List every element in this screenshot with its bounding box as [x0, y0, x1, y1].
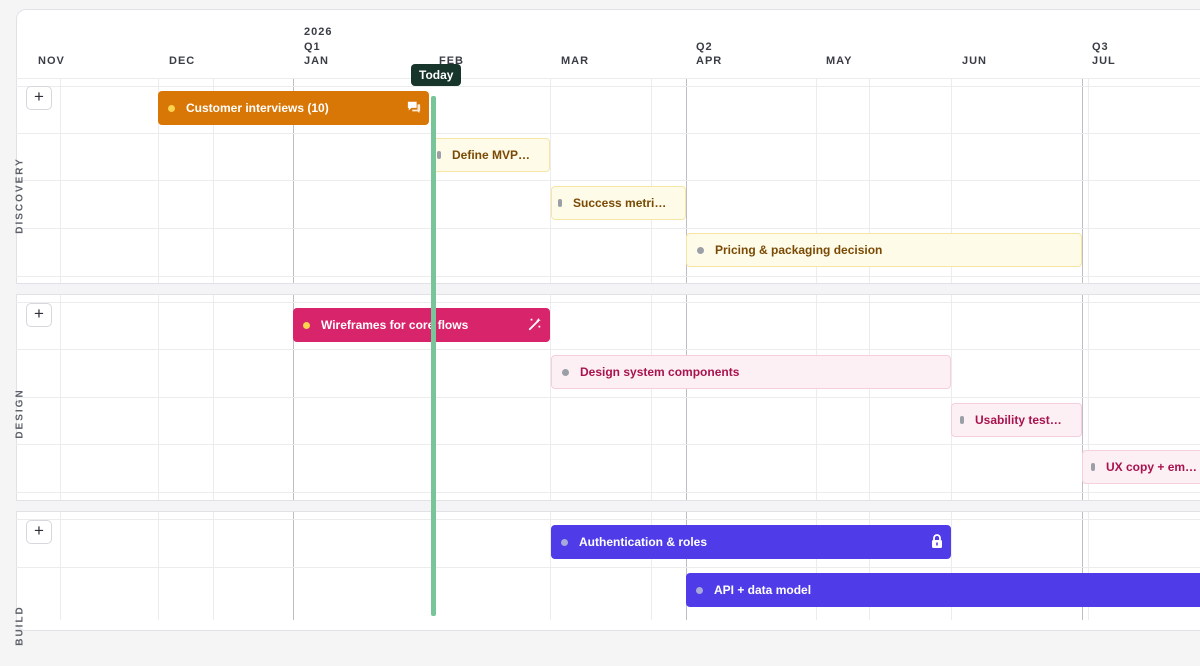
drag-handle-icon[interactable] [437, 151, 441, 159]
item-label: UX copy + em… [1106, 460, 1198, 474]
lane-label-design: DESIGN [14, 388, 26, 439]
item-pricing-packaging[interactable]: Pricing & packaging decision [686, 233, 1082, 267]
grid-row-line [16, 349, 1200, 350]
quarter-label-q1: Q1 [304, 41, 321, 53]
lane-label-build: BUILD [14, 605, 26, 646]
grid-row-line [16, 180, 1200, 181]
grid-row-line [16, 397, 1200, 398]
status-dot [168, 104, 175, 112]
grid-row-line [16, 567, 1200, 568]
lane-separator [16, 283, 1200, 295]
month-label-mar: MAR [561, 55, 590, 67]
grid-row-line [16, 444, 1200, 445]
item-define-mvp[interactable]: Define MVP… [432, 138, 550, 172]
grid-row-line [16, 228, 1200, 229]
lock-icon [931, 534, 943, 551]
status-dot [561, 538, 568, 546]
status-dot [696, 586, 703, 594]
item-label: Usability test… [975, 413, 1062, 427]
grid-line [213, 511, 214, 620]
lane-gutter-divider [60, 78, 61, 618]
item-label: Success metri… [573, 196, 667, 210]
month-label-apr: APR [696, 55, 723, 67]
item-label: Define MVP… [452, 148, 531, 162]
drag-handle-icon[interactable] [558, 199, 562, 207]
today-line [431, 96, 436, 616]
item-success-metrics[interactable]: Success metri… [551, 186, 686, 220]
month-label-dec: DEC [169, 55, 196, 67]
item-ux-copy[interactable]: UX copy + em… [1082, 450, 1200, 484]
status-dot [303, 321, 310, 329]
add-discovery-item-button[interactable]: + [26, 86, 52, 110]
item-label: Customer interviews (10) [186, 101, 329, 115]
status-dot [697, 246, 704, 254]
item-wireframes[interactable]: Wireframes for core flows [293, 308, 550, 342]
grid-row-line [16, 78, 1200, 79]
grid-row-line [16, 302, 1200, 303]
month-label-may: MAY [826, 55, 853, 67]
month-label-nov: NOV [38, 55, 65, 67]
magic-wand-icon [528, 317, 542, 334]
grid-row-line [16, 492, 1200, 493]
item-label: Wireframes for core flows [321, 318, 469, 332]
grid-row-line [16, 276, 1200, 277]
lane-label-discovery: DISCOVERY [14, 157, 26, 234]
month-label-jun: JUN [962, 55, 988, 67]
item-label: Design system components [580, 365, 740, 379]
item-customer-interviews[interactable]: Customer interviews (10) [158, 91, 429, 125]
drag-handle-icon[interactable] [960, 416, 964, 424]
status-dot [562, 368, 569, 376]
drag-handle-icon[interactable] [1091, 463, 1095, 471]
quarter-label-q3: Q3 [1092, 41, 1109, 53]
quarter-label-q2: Q2 [696, 41, 713, 53]
item-label: Pricing & packaging decision [715, 243, 883, 257]
month-label-jan: JAN [304, 55, 330, 67]
month-label-jul: JUL [1092, 55, 1116, 67]
grid-row-line [16, 86, 1200, 87]
add-build-item-button[interactable]: + [26, 520, 52, 544]
item-authentication-roles[interactable]: Authentication & roles [551, 525, 951, 559]
quarter-grid-line [293, 511, 294, 620]
chat-bubbles-icon [407, 100, 421, 117]
grid-row-line [16, 133, 1200, 134]
grid-line [158, 511, 159, 620]
item-label: API + data model [714, 583, 812, 597]
grid-row-line [16, 519, 1200, 520]
item-api-data-model[interactable]: API + data model [686, 573, 1200, 607]
item-design-system[interactable]: Design system components [551, 355, 951, 389]
add-design-item-button[interactable]: + [26, 303, 52, 327]
lane-separator [16, 500, 1200, 512]
item-label: Authentication & roles [579, 535, 708, 549]
item-usability-testing[interactable]: Usability test… [951, 403, 1082, 437]
year-label: 2026 [304, 26, 333, 38]
today-badge: Today [411, 64, 462, 86]
